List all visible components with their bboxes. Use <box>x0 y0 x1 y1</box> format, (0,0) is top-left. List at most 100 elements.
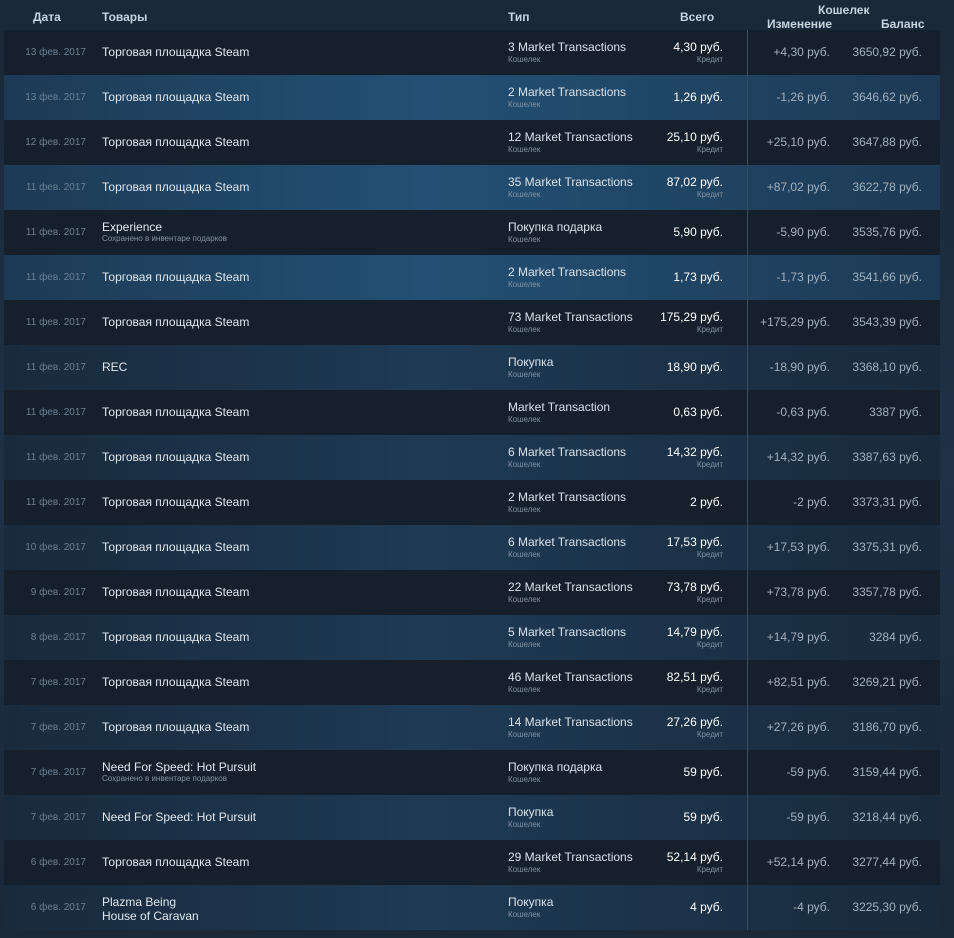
row-item[interactable]: Торговая площадка Steam <box>102 495 249 509</box>
column-divider <box>747 840 748 885</box>
row-item-name[interactable]: Торговая площадка Steam <box>102 720 249 734</box>
row-item[interactable]: Торговая площадка Steam <box>102 270 249 284</box>
row-date: 10 фев. 2017 <box>25 542 86 553</box>
row-type-method: Кошелек <box>508 100 541 109</box>
row-type-method: Кошелек <box>508 910 541 919</box>
transactions-list: 13 фев. 2017 Торговая площадка Steam 3 Mar… <box>4 30 940 930</box>
table-row[interactable]: 8 фев. 2017 Торговая площадка Steam 5 Mark… <box>4 615 940 660</box>
row-wallet-change: +82,51 руб. <box>766 675 830 689</box>
row-item-name[interactable]: Торговая площадка Steam <box>102 135 249 149</box>
row-item[interactable]: Plazma Being House of Caravan <box>102 895 199 923</box>
table-row[interactable]: 7 фев. 2017 Need For Speed: Hot Pursuit По… <box>4 795 940 840</box>
row-item[interactable]: Торговая площадка Steam <box>102 180 249 194</box>
row-item[interactable]: Торговая площадка Steam <box>102 90 249 104</box>
row-total: 4 руб. <box>690 900 723 914</box>
row-item[interactable]: Торговая площадка Steam <box>102 585 249 599</box>
row-item[interactable]: Торговая площадка Steam <box>102 315 249 329</box>
row-date: 11 фев. 2017 <box>25 227 86 238</box>
row-date: 11 фев. 2017 <box>25 452 86 463</box>
row-item[interactable]: Experience Сохранено в инвентаре подарков <box>102 220 227 244</box>
row-wallet-balance: 3387,63 руб. <box>852 450 922 464</box>
row-item-name[interactable]: Торговая площадка Steam <box>102 180 249 194</box>
header-change[interactable]: Изменение <box>767 17 832 31</box>
row-item[interactable]: Торговая площадка Steam <box>102 720 249 734</box>
table-row[interactable]: 7 фев. 2017 Торговая площадка Steam 46 Mar… <box>4 660 940 705</box>
row-item-name[interactable]: Need For Speed: Hot Pursuit <box>102 810 256 824</box>
table-row[interactable]: 13 фев. 2017 Торговая площадка Steam 3 Mar… <box>4 30 940 75</box>
row-item-name-line2[interactable]: House of Caravan <box>102 909 199 923</box>
row-wallet-change: +175,29 руб. <box>760 315 830 329</box>
row-item[interactable]: Need For Speed: Hot Pursuit <box>102 810 256 824</box>
table-row[interactable]: 13 фев. 2017 Торговая площадка Steam 2 Mar… <box>4 75 940 120</box>
row-item[interactable]: Торговая площадка Steam <box>102 855 249 869</box>
row-item-name[interactable]: Торговая площадка Steam <box>102 405 249 419</box>
row-item-name[interactable]: Plazma Being <box>102 895 176 909</box>
row-item[interactable]: Торговая площадка Steam <box>102 45 249 59</box>
row-item-name[interactable]: Торговая площадка Steam <box>102 45 249 59</box>
row-item-name[interactable]: Need For Speed: Hot Pursuit <box>102 760 256 774</box>
header-items[interactable]: Товары <box>102 10 147 24</box>
row-item[interactable]: Торговая площадка Steam <box>102 405 249 419</box>
row-item-note: Сохранено в инвентаре подарков <box>102 234 227 243</box>
table-row[interactable]: 6 фев. 2017 Торговая площадка Steam 29 Mar… <box>4 840 940 885</box>
row-item[interactable]: Торговая площадка Steam <box>102 630 249 644</box>
row-wallet-balance: 3277,44 руб. <box>852 855 922 869</box>
row-date: 11 фев. 2017 <box>25 362 86 373</box>
row-item-name[interactable]: Торговая площадка Steam <box>102 675 249 689</box>
row-item[interactable]: Торговая площадка Steam <box>102 135 249 149</box>
row-item-name[interactable]: Торговая площадка Steam <box>102 855 249 869</box>
table-row[interactable]: 11 фев. 2017 Торговая площадка Steam 35 Ma… <box>4 165 940 210</box>
row-type: 6 Market Transactions Кошелек <box>508 445 626 470</box>
row-total: 87,02 руб. Кредит <box>667 175 723 200</box>
row-item[interactable]: Торговая площадка Steam <box>102 450 249 464</box>
row-item-name[interactable]: REC <box>102 360 127 374</box>
row-item-name[interactable]: Торговая площадка Steam <box>102 495 249 509</box>
row-wallet-balance: 3159,44 руб. <box>852 765 922 779</box>
row-item[interactable]: Торговая площадка Steam <box>102 540 249 554</box>
row-item[interactable]: Торговая площадка Steam <box>102 675 249 689</box>
row-total: 25,10 руб. Кредит <box>667 130 723 155</box>
row-item-name[interactable]: Торговая площадка Steam <box>102 315 249 329</box>
row-wallet-change: +25,10 руб. <box>766 135 830 149</box>
header-date[interactable]: Дата <box>33 10 61 24</box>
column-divider <box>747 480 748 525</box>
row-type-label: 2 Market Transactions <box>508 85 627 99</box>
table-row[interactable]: 11 фев. 2017 Торговая площадка Steam 2 Mar… <box>4 480 940 525</box>
row-total-amount: 59 руб. <box>683 810 723 824</box>
row-type-method: Кошелек <box>508 640 541 649</box>
row-wallet-balance: 3225,30 руб. <box>852 900 922 914</box>
header-total[interactable]: Всего <box>680 10 714 24</box>
header-type[interactable]: Тип <box>508 10 530 24</box>
table-row[interactable]: 6 фев. 2017 Plazma Being House of Caravan П… <box>4 885 940 930</box>
table-row[interactable]: 7 фев. 2017 Торговая площадка Steam 14 Mar… <box>4 705 940 750</box>
table-row[interactable]: 7 фев. 2017 Need For Speed: Hot Pursuit Со… <box>4 750 940 795</box>
table-row[interactable]: 11 фев. 2017 Торговая площадка Steam 6 Mar… <box>4 435 940 480</box>
table-row[interactable]: 12 фев. 2017 Торговая площадка Steam 12 Ma… <box>4 120 940 165</box>
row-total-amount: 1,73 руб. <box>673 270 723 284</box>
column-divider <box>747 300 748 345</box>
row-wallet-change: -4 руб. <box>793 900 830 914</box>
row-total-amount: 52,14 руб. <box>666 850 723 864</box>
row-total: 5,90 руб. <box>673 225 723 239</box>
row-item[interactable]: REC <box>102 360 127 374</box>
table-row[interactable]: 11 фев. 2017 Торговая площадка Steam 73 Ma… <box>4 300 940 345</box>
row-item-name[interactable]: Торговая площадка Steam <box>102 585 249 599</box>
row-item-name[interactable]: Торговая площадка Steam <box>102 270 249 284</box>
table-row[interactable]: 11 фев. 2017 Торговая площадка Steam 2 Mar… <box>4 255 940 300</box>
header-balance[interactable]: Баланс <box>881 17 925 31</box>
table-row[interactable]: 9 фев. 2017 Торговая площадка Steam 22 Mar… <box>4 570 940 615</box>
table-row[interactable]: 10 фев. 2017 Торговая площадка Steam 6 Mar… <box>4 525 940 570</box>
table-row[interactable]: 11 фев. 2017 Торговая площадка Steam Marke… <box>4 390 940 435</box>
table-row[interactable]: 11 фев. 2017 Experience Сохранено в инвент… <box>4 210 940 255</box>
row-item-name[interactable]: Торговая площадка Steam <box>102 630 249 644</box>
row-total-amount: 1,26 руб. <box>673 90 723 104</box>
table-row[interactable]: 11 фев. 2017 REC Покупка Кошелек 18,90 руб. -… <box>4 345 940 390</box>
row-item-name[interactable]: Торговая площадка Steam <box>102 450 249 464</box>
row-item[interactable]: Need For Speed: Hot Pursuit Сохранено в и… <box>102 760 256 784</box>
row-item-name[interactable]: Торговая площадка Steam <box>102 90 249 104</box>
row-item-name[interactable]: Торговая площадка Steam <box>102 540 249 554</box>
row-item-name[interactable]: Experience <box>102 220 162 234</box>
row-total-credit: Кредит <box>696 190 723 199</box>
row-type: 12 Market Transactions Кошелек <box>508 130 633 155</box>
row-type: Покупка Кошелек <box>508 895 553 920</box>
